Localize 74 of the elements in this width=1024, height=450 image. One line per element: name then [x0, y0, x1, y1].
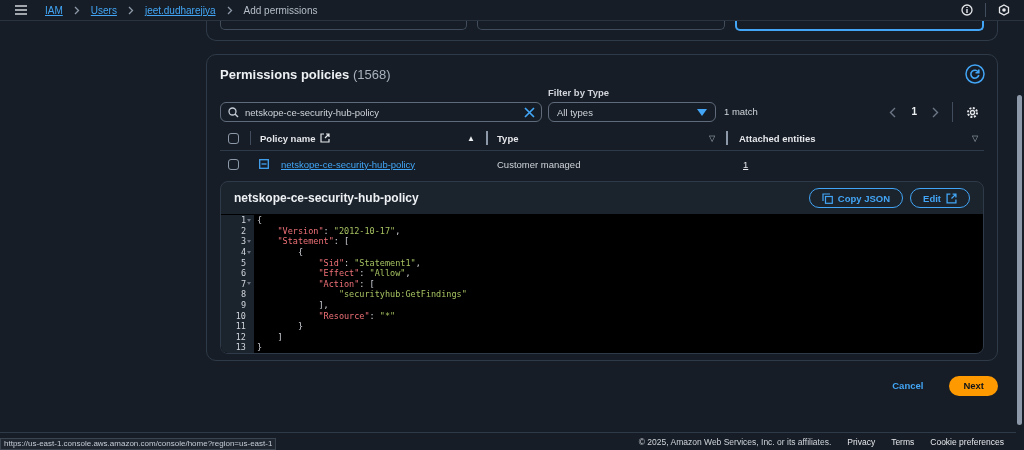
code-line: "Statement": [ [276, 236, 350, 247]
line-number: 8 [240, 289, 246, 300]
select-all-checkbox[interactable] [228, 132, 239, 144]
match-count: 1 match [724, 105, 758, 119]
copyright-text: © 2025, Amazon Web Services, Inc. or its affiliates. [638, 436, 832, 447]
policy-link[interactable]: netskope-ce-security-hub-policy [281, 158, 416, 170]
line-number: 4 [240, 247, 246, 258]
info-icon[interactable] [961, 4, 973, 16]
code-line: "Version": "2012-10-17", [276, 225, 401, 236]
external-link-icon [946, 192, 957, 204]
footer-link[interactable]: Cookie preferences [930, 436, 1004, 447]
fold-icon[interactable] [246, 218, 252, 222]
caret-icon [697, 108, 707, 116]
code-line: "Action": [ [317, 278, 375, 289]
row-checkbox[interactable] [228, 158, 239, 170]
sort-icon[interactable]: ▽ [709, 133, 715, 143]
line-number: 12 [235, 331, 246, 342]
chevron-icon [226, 5, 233, 15]
fold-icon[interactable] [246, 282, 252, 286]
column-header[interactable]: Policy name [260, 132, 316, 144]
code-line: ], [317, 300, 329, 311]
collapse-icon[interactable] [259, 159, 269, 169]
fold-icon[interactable] [246, 240, 252, 243]
code-line: "securityhub:GetFindings" [337, 289, 467, 300]
external-link-icon [320, 133, 331, 143]
hexagon-icon[interactable] [998, 4, 1010, 16]
line-number: 7 [240, 278, 246, 289]
breadcrumb-link[interactable]: Users [90, 4, 117, 16]
panel-title: Permissions policies (1568) [220, 66, 392, 82]
sort-icon[interactable]: ▽ [972, 133, 978, 143]
code-line: { [257, 215, 263, 226]
chevron-icon [127, 5, 134, 15]
cancel-button[interactable]: Cancel [886, 379, 930, 393]
copy-icon [821, 192, 833, 204]
line-number: 6 [240, 268, 246, 279]
code-line: } [296, 321, 304, 332]
line-number: 2 [240, 225, 246, 236]
next-button[interactable]: Next [949, 375, 998, 396]
chevron-icon [73, 5, 80, 15]
breadcrumb-link[interactable]: jeet.dudharejiya [144, 4, 216, 16]
line-number: 5 [240, 257, 246, 268]
breadcrumb-link[interactable]: IAM [45, 4, 63, 16]
scrollbar[interactable] [1017, 95, 1022, 425]
filter-label: Filter by Type [548, 87, 611, 98]
code-line: "Effect": "Allow", [317, 268, 411, 279]
column-header[interactable]: Type [497, 132, 519, 144]
refresh-icon[interactable] [965, 64, 985, 84]
line-number: 1 [240, 215, 246, 226]
line-number: 3 [240, 236, 246, 247]
status-url: https://us-east-1.console.aws.amazon.com/console/home?region=us-east-1 [0, 438, 277, 450]
menu-icon[interactable] [15, 5, 27, 15]
fold-icon[interactable] [246, 250, 252, 254]
entities-link[interactable]: 1 [743, 158, 749, 170]
line-number: 11 [235, 321, 246, 332]
search-icon [228, 106, 239, 118]
line-number: 10 [235, 310, 246, 321]
column-header[interactable]: Attached entities [739, 132, 816, 144]
page-number[interactable]: 1 [907, 102, 921, 122]
code-line: "Resource": "*" [317, 310, 396, 321]
code-line: ] [276, 331, 283, 342]
table-cell-text: Customer managed [496, 158, 582, 170]
line-number: 13 [235, 342, 246, 353]
policy-title: netskope-ce-security-hub-policy [234, 191, 419, 205]
clear-icon[interactable] [524, 106, 535, 118]
footer-link[interactable]: Privacy [847, 436, 876, 447]
type-dropdown[interactable]: All types [548, 102, 716, 122]
breadcrumb-current: Add permissions [243, 4, 318, 16]
code-line: } [257, 342, 263, 353]
code-line: { [296, 247, 304, 258]
search-field[interactable]: netskope-ce-security-hub-policy [220, 102, 542, 122]
footer-link[interactable]: Terms [891, 436, 915, 447]
code-line: "Sid": "Statement1", [317, 257, 421, 268]
line-number: 9 [240, 300, 246, 311]
sort-icon[interactable]: ▲ [467, 133, 475, 143]
